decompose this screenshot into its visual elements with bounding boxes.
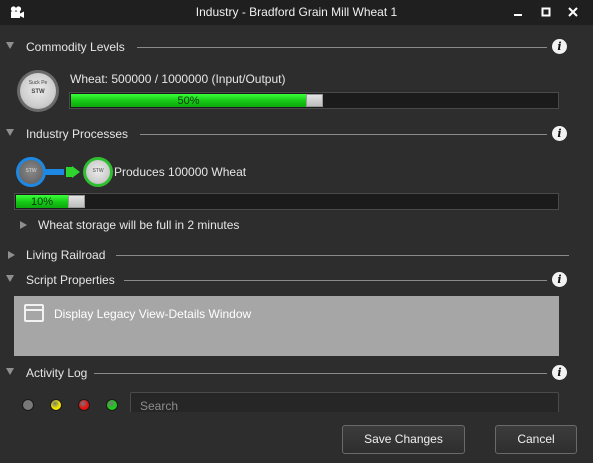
filter-dot-ok[interactable]	[106, 399, 118, 411]
cancel-button[interactable]: Cancel	[495, 425, 577, 454]
badge-text: STW	[25, 168, 37, 174]
collapse-triangle-icon[interactable]	[6, 275, 14, 282]
section-divider	[137, 47, 547, 48]
process-progress-thumb	[68, 195, 85, 208]
badge-text: STW	[92, 168, 104, 174]
activity-search-input[interactable]: Search	[130, 392, 559, 414]
process-arrow-icon	[45, 166, 80, 178]
window-title: Industry - Bradford Grain Mill Wheat 1	[195, 5, 398, 19]
expand-triangle-icon[interactable]	[8, 251, 15, 259]
filter-dot-warning[interactable]	[50, 399, 62, 411]
storage-note-text: Wheat storage will be full in 2 minutes	[38, 218, 240, 232]
process-output-badge: STW	[83, 157, 113, 187]
title-bar: Industry - Bradford Grain Mill Wheat 1	[0, 0, 593, 25]
section-title: Commodity Levels	[26, 40, 125, 54]
section-divider	[94, 373, 547, 374]
process-progress-bar: 10%	[14, 193, 559, 210]
section-divider	[116, 255, 569, 256]
section-living-railroad[interactable]: Living Railroad	[0, 247, 593, 263]
section-divider	[124, 280, 547, 281]
process-produces-text: Produces 100000 Wheat	[114, 165, 247, 179]
section-title: Activity Log	[26, 366, 88, 380]
commodity-progress-bar: 50%	[69, 92, 559, 109]
save-changes-button[interactable]: Save Changes	[342, 425, 465, 454]
collapse-triangle-icon[interactable]	[6, 42, 14, 49]
process-progress-label: 10%	[30, 196, 54, 208]
filter-dot-all[interactable]	[22, 399, 34, 411]
info-icon[interactable]: i	[552, 365, 567, 380]
section-divider	[140, 134, 547, 135]
info-icon[interactable]: i	[552, 126, 567, 141]
badge-text: STW	[31, 89, 45, 95]
collapse-triangle-icon[interactable]	[6, 129, 14, 136]
section-title: Industry Processes	[26, 127, 129, 141]
info-icon[interactable]: i	[552, 39, 567, 54]
maximize-icon[interactable]	[538, 4, 554, 20]
commodity-wheat-badge: Suck Pe STW	[17, 70, 59, 112]
section-title: Script Properties	[26, 273, 115, 287]
info-icon[interactable]: i	[552, 272, 567, 287]
minimize-icon[interactable]	[510, 4, 526, 20]
section-title: Living Railroad	[26, 248, 106, 262]
section-script-properties[interactable]: Script Properties i	[0, 272, 593, 288]
badge-top-text: Suck Pe	[28, 80, 48, 86]
collapse-triangle-icon[interactable]	[6, 368, 14, 375]
commodity-progress-thumb	[306, 94, 323, 107]
section-commodity-levels[interactable]: Commodity Levels i	[0, 39, 593, 55]
section-industry-processes[interactable]: Industry Processes i	[0, 126, 593, 142]
script-properties-panel: Display Legacy View-Details Window	[14, 296, 559, 356]
expand-triangle-icon[interactable]	[20, 221, 27, 229]
script-item-label: Display Legacy View-Details Window	[54, 307, 252, 321]
commodity-level-text: Wheat: 500000 / 1000000 (Input/Output)	[70, 72, 286, 86]
commodity-progress-label: 50%	[177, 95, 200, 107]
close-icon[interactable]	[565, 4, 581, 20]
process-input-badge: STW	[16, 157, 46, 187]
window-icon	[24, 304, 44, 322]
section-activity-log[interactable]: Activity Log i	[0, 365, 593, 381]
filter-dot-error[interactable]	[78, 399, 90, 411]
